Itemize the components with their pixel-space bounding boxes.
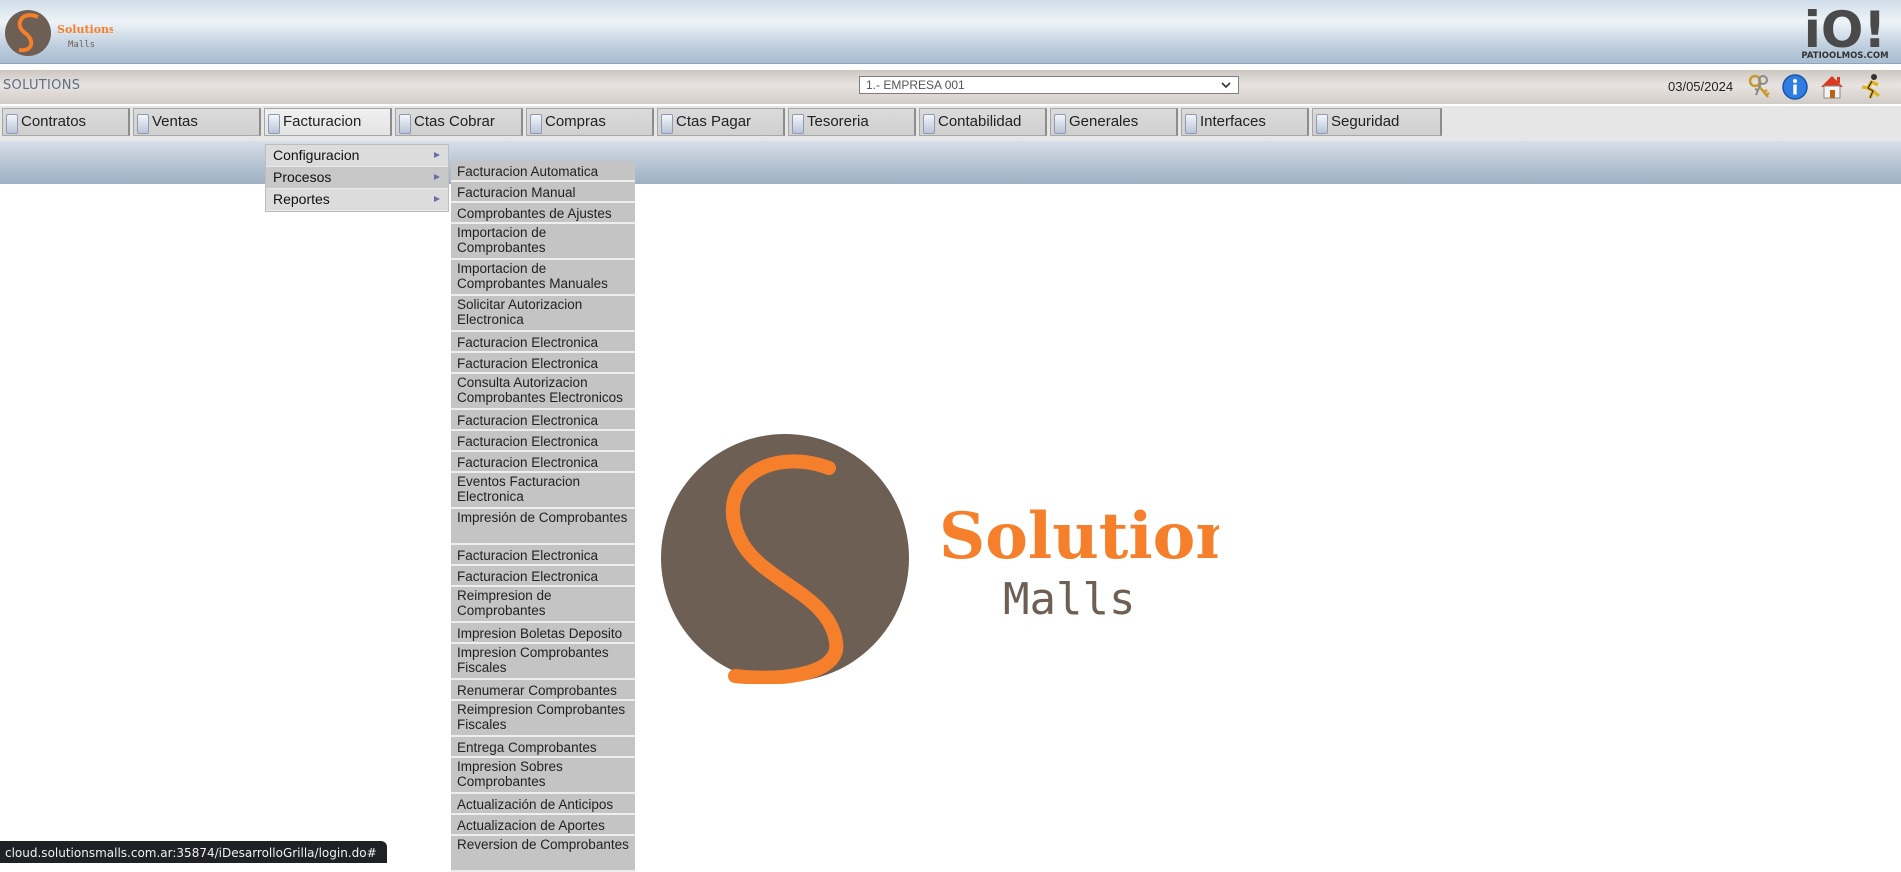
submenu-item[interactable]: Comprobantes de Ajustes [451,203,635,224]
menu-nub-icon [268,114,280,134]
menu-contabilidad[interactable]: Contabilidad [919,108,1047,136]
menu-contratos[interactable]: Contratos [2,108,130,136]
app-title: SOLUTIONS [3,78,81,93]
submenu-item[interactable]: Impresion Comprobantes Fiscales [451,644,635,680]
io-caption: PATIOOLMOS.COM [1801,51,1888,60]
submenu-item[interactable]: Reversion de Comprobantes [451,836,635,872]
menu-label: Contratos [21,113,87,130]
menu-nub-icon [6,114,18,134]
menu-compras[interactable]: Compras [526,108,654,136]
small-logo-sub: Malls [68,40,95,50]
dropdown-item-procesos[interactable]: Procesos [266,167,448,189]
facturacion-dropdown: Configuracion Procesos Reportes [265,144,449,212]
submenu-item[interactable]: Actualización de Anticipos [451,794,635,815]
menu-label: Ctas Cobrar [414,113,495,130]
submenu-item[interactable]: Facturacion Electronica [451,452,635,473]
submenu-arrow-icon [434,152,440,158]
menu-seguridad[interactable]: Seguridad [1312,108,1442,136]
keys-icon[interactable] [1746,73,1774,101]
menu-label: Contabilidad [938,113,1022,130]
menu-nub-icon [1185,114,1197,134]
submenu-item[interactable]: Consulta Autorizacion Comprobantes Elect… [451,374,635,410]
info-icon[interactable] [1781,73,1809,101]
submenu-item[interactable]: Importacion de Comprobantes [451,224,635,260]
submenu-arrow-icon [434,174,440,180]
submenu-item[interactable]: Solicitar Autorizacion Electronica [451,296,635,332]
menu-nub-icon [661,114,673,134]
menu-label: Ventas [152,113,198,130]
current-date: 03/05/2024 [1668,79,1734,94]
submenu-item[interactable]: Facturacion Electronica [451,410,635,431]
menu-label: Generales [1069,113,1139,130]
menu-tesoreria[interactable]: Tesoreria [788,108,916,136]
chevron-down-icon [1221,82,1231,89]
menu-nub-icon [792,114,804,134]
center-logo-sub: Malls [1003,574,1135,625]
menu-label: Tesoreria [807,113,869,130]
submenu-item[interactable]: Facturacion Manual [451,182,635,203]
home-icon[interactable] [1818,73,1846,101]
menu-ventas[interactable]: Ventas [133,108,261,136]
solutions-malls-small-logo[interactable]: Solutions Malls [3,6,113,60]
submenu-item[interactable]: Importacion de Comprobantes Manuales [451,260,635,296]
submenu-item[interactable]: Facturacion Electronica [451,353,635,374]
procesos-submenu: Facturacion Automatica Facturacion Manua… [451,161,635,872]
submenu-item[interactable]: Impresion Boletas Deposito [451,623,635,644]
menu-interfaces[interactable]: Interfaces [1181,108,1309,136]
menu-label: Ctas Pagar [676,113,752,130]
submenu-item[interactable]: Renumerar Comprobantes [451,680,635,701]
menu-facturacion[interactable]: Facturacion [264,108,392,136]
small-logo-brand: Solutions [57,23,113,36]
submenu-item[interactable]: Facturacion Electronica [451,545,635,566]
dropdown-item-label: Reportes [273,191,330,207]
submenu-item[interactable]: Reimpresion de Comprobantes [451,587,635,623]
center-logo-brand: Solutions [939,499,1219,574]
submenu-item[interactable]: Entrega Comprobantes [451,737,635,758]
company-select-value: 1.- EMPRESA 001 [866,78,965,92]
submenu-item[interactable]: Facturacion Electronica [451,566,635,587]
submenu-item[interactable]: Impresion Sobres Comprobantes [451,758,635,794]
submenu-item[interactable]: Facturacion Electronica [451,332,635,353]
menu-ctas-cobrar[interactable]: Ctas Cobrar [395,108,523,136]
menu-nub-icon [137,114,149,134]
submenu-item[interactable]: Eventos Facturacion Electronica [451,473,635,509]
submenu-item[interactable]: Facturacion Electronica [451,431,635,452]
submenu-item[interactable]: Reimpresion Comprobantes Fiscales [451,701,635,737]
dropdown-item-configuracion[interactable]: Configuracion [266,145,448,167]
submenu-item[interactable]: Facturacion Automatica [451,161,635,182]
menu-generales[interactable]: Generales [1050,108,1178,136]
menu-nub-icon [1316,114,1328,134]
dropdown-item-reportes[interactable]: Reportes [266,189,448,211]
menu-ctas-pagar[interactable]: Ctas Pagar [657,108,785,136]
menu-label: Interfaces [1200,113,1266,130]
patio-olmos-logo: iO! PATIOOLMOS.COM [1801,2,1888,60]
submenu-item[interactable]: Actualizacion de Aportes [451,815,635,836]
menu-nub-icon [530,114,542,134]
menu-nub-icon [1054,114,1066,134]
menu-label: Compras [545,113,606,130]
company-select[interactable]: 1.- EMPRESA 001 [859,76,1239,94]
menu-label: Seguridad [1331,113,1400,130]
header-banner: Solutions Malls iO! PATIOOLMOS.COM [0,0,1901,64]
dropdown-item-label: Procesos [273,169,332,185]
menu-label: Facturacion [283,113,362,130]
exit-runner-icon[interactable] [1857,73,1885,101]
dropdown-item-label: Configuracion [273,147,360,163]
menu-nub-icon [399,114,411,134]
info-bar: SOLUTIONS 1.- EMPRESA 001 03/05/2024 [0,70,1901,104]
solutions-malls-logo: Solutions Malls [661,434,1219,684]
submenu-arrow-icon [434,196,440,202]
menu-nub-icon [923,114,935,134]
main-menu-bar: Contratos Ventas Facturacion Ctas Cobrar… [0,106,1901,141]
submenu-item[interactable]: Impresión de Comprobantes [451,509,635,545]
